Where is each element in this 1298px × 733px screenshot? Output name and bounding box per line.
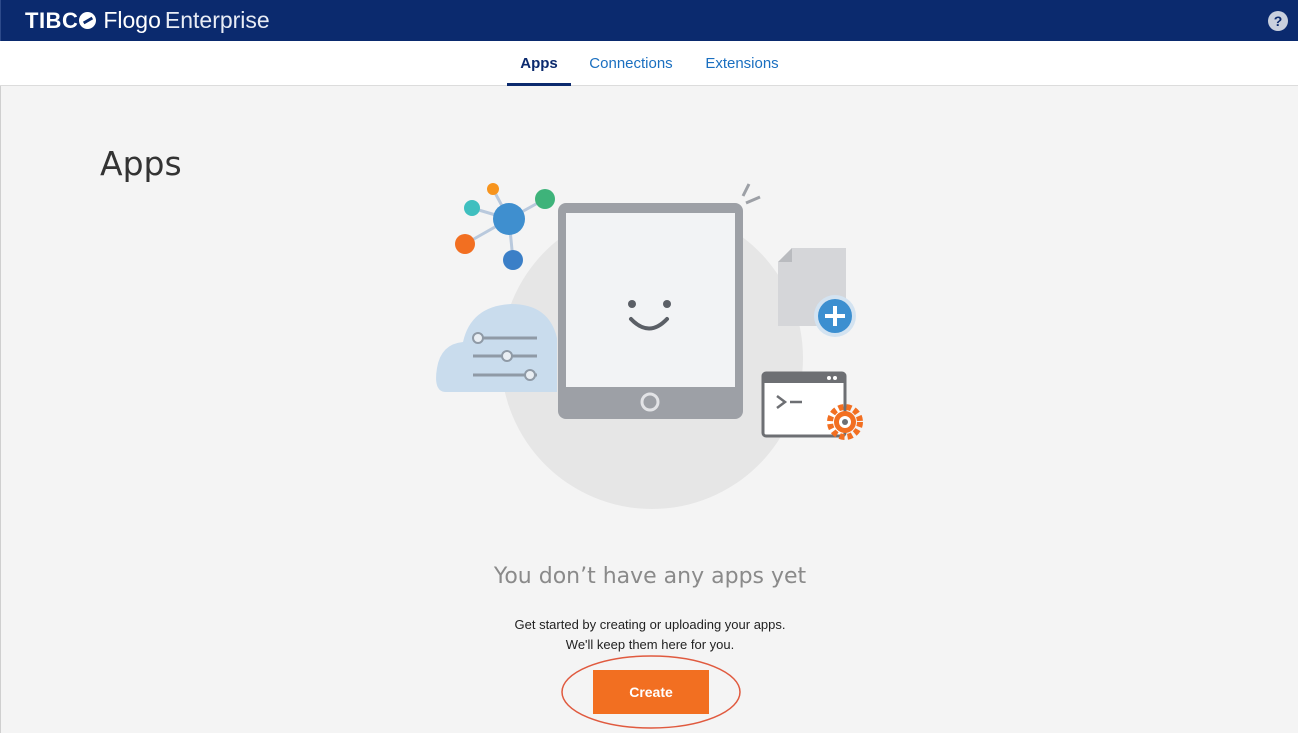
help-icon[interactable]: ? [1268,10,1288,31]
tab-extensions[interactable]: Extensions [699,41,785,86]
brand-edition: Enterprise [164,7,270,33]
add-document-icon [778,248,856,337]
brand-tibco: TIBC [25,7,79,33]
brand-logo: TIBC Flogo Enterprise [25,7,270,34]
tab-apps[interactable]: Apps [507,41,571,87]
create-button[interactable]: Create [593,670,709,714]
main-content: Apps You don’t have any apps yet Get sta… [0,86,1298,733]
empty-state-illustration [436,183,863,509]
terminal-gear-icon [761,371,863,440]
empty-state-title: You don’t have any apps yet [493,564,807,589]
empty-state-description-line1: Get started by creating or uploading you… [514,617,786,632]
empty-state-description-line2: We'll keep them here for you. [565,637,735,652]
main-tabs: Apps Connections Extensions [0,41,1298,87]
brand-product: Flogo [103,7,161,33]
tibco-logo-icon [79,12,97,29]
top-header: TIBC Flogo Enterprise ? [0,0,1298,41]
tab-connections[interactable]: Connections [584,41,678,86]
cloud-settings-icon [436,304,557,392]
tablet-smiley-icon [558,183,761,419]
